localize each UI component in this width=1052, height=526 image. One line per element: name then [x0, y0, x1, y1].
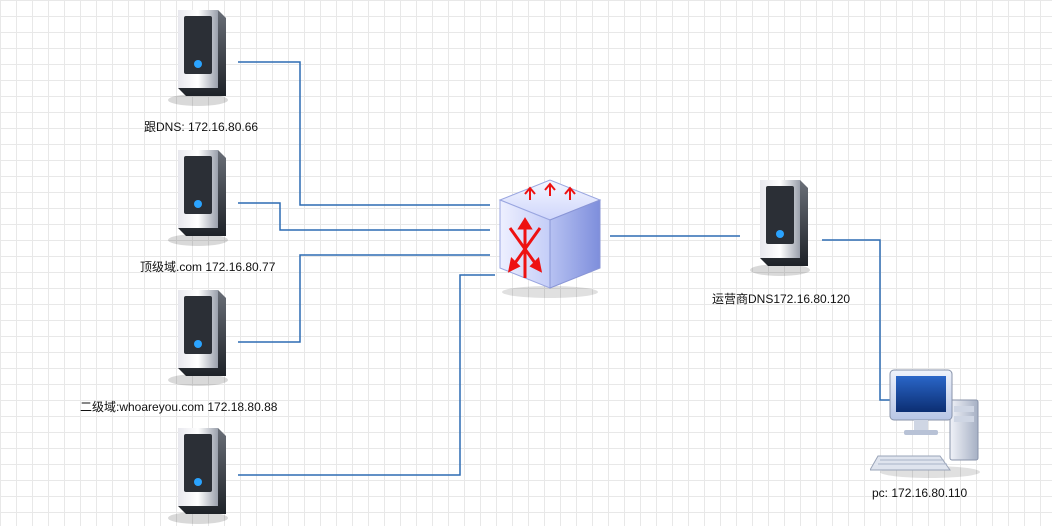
server-icon [158, 280, 238, 390]
pc [870, 360, 990, 483]
server-icon [158, 0, 238, 110]
pc-label: pc: 172.16.80.110 [872, 486, 967, 500]
diagram-canvas: 跟DNS: 172.16.80.66 顶级域.com 172.16.80.77 … [0, 0, 1052, 526]
server-icon [158, 140, 238, 250]
server-tld-com [158, 140, 238, 253]
server-root-dns-label: 跟DNS: 172.16.80.66 [144, 118, 258, 135]
server-icon [158, 418, 238, 526]
server-icon [740, 170, 820, 280]
server-root-dns [158, 0, 238, 113]
server-fourth [158, 418, 238, 526]
server-sld-label: 二级域:whoareyou.com 172.18.80.88 [80, 398, 277, 415]
server-tld-com-label: 顶级域.com 172.16.80.77 [140, 258, 275, 275]
server-isp-dns-label: 运营商DNS172.16.80.120 [712, 290, 850, 307]
server-isp-dns [740, 170, 820, 283]
server-sld [158, 280, 238, 393]
router-icon [490, 170, 610, 300]
pc-icon [870, 360, 990, 480]
router [490, 170, 610, 303]
